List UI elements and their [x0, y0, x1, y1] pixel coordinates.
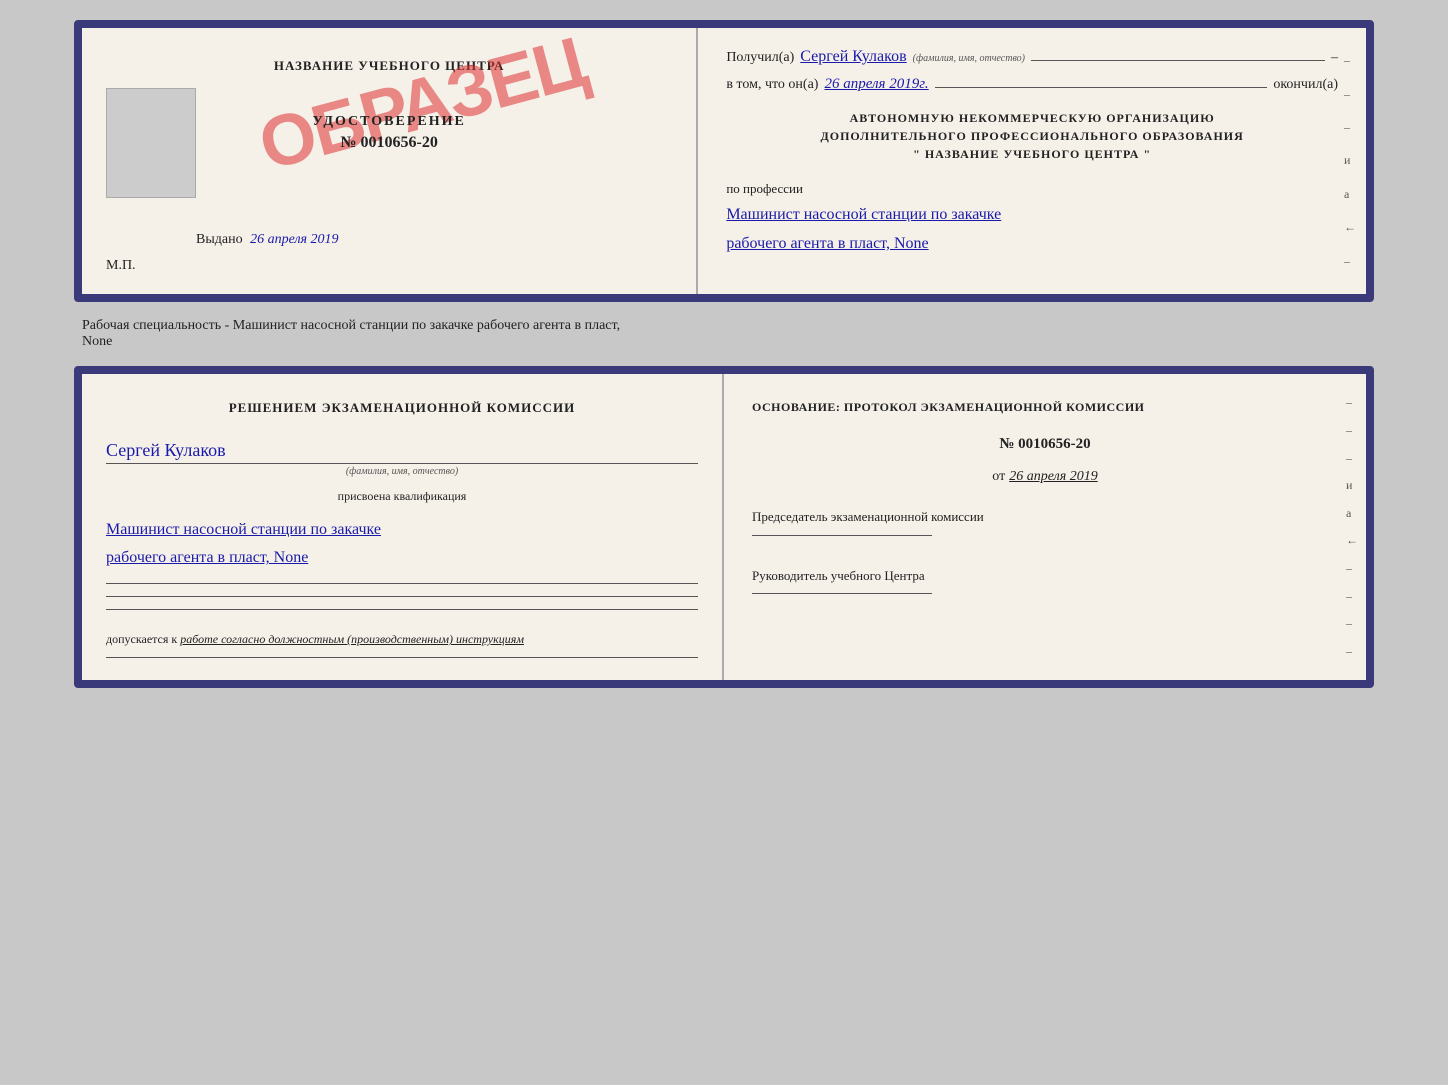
qual-underline2 — [106, 596, 698, 597]
decision-label: Решением экзаменационной комиссии — [229, 400, 576, 415]
profession-block: по профессии Машинист насосной станции п… — [726, 181, 1338, 259]
name-block: Сергей Кулаков (фамилия, имя, отчество) — [106, 434, 698, 477]
issued-date: 26 апреля 2019 — [250, 232, 338, 247]
bottom-name: Сергей Кулаков — [106, 440, 698, 461]
in-that-row: в том, что он(а) 26 апреля 2019г. окончи… — [726, 76, 1338, 93]
doc-bottom-right: Основание: протокол экзаменационной коми… — [724, 374, 1366, 680]
profession-line2: рабочего агента в пласт, None — [726, 230, 1338, 259]
org-line2: ДОПОЛНИТЕЛЬНОГО ПРОФЕССИОНАЛЬНОГО ОБРАЗО… — [726, 127, 1338, 145]
chairman-block: Председатель экзаменационной комиссии — [752, 507, 1338, 544]
name-underline — [106, 463, 698, 464]
doc-top-right: Получил(а) Сергей Кулаков (фамилия, имя,… — [698, 28, 1366, 294]
profession-label: по профессии — [726, 181, 1338, 197]
qualification-block: Машинист насосной станции по закачке раб… — [106, 516, 698, 574]
received-row: Получил(а) Сергей Кулаков (фамилия, имя,… — [726, 48, 1338, 66]
bottom-document: Решением экзаменационной комиссии Сергей… — [74, 366, 1374, 688]
stamp-obrazec: ОБРАЗЕЦ — [252, 26, 592, 182]
issued-date-row: Выдано 26 апреля 2019 — [106, 232, 339, 248]
profession-line1: Машинист насосной станции по закачке — [726, 201, 1338, 230]
cert-number: № 0010656-20 — [340, 134, 437, 152]
osnov-label: Основание: протокол экзаменационной коми… — [752, 400, 1145, 414]
head-signature-line — [752, 593, 932, 594]
finished-label: окончил(а) — [1273, 77, 1338, 93]
protocol-date-prefix: от — [992, 469, 1005, 485]
training-center-title: НАЗВАНИЕ УЧЕБНОГО ЦЕНТРА — [274, 58, 505, 74]
org-block: АВТОНОМНУЮ НЕКОММЕРЧЕСКУЮ ОРГАНИЗАЦИЮ ДО… — [726, 109, 1338, 163]
decision-text: Решением экзаменационной комиссии — [106, 398, 698, 418]
allowed-label: допускается к — [106, 632, 177, 646]
qualification-line2: рабочего агента в пласт, None — [106, 544, 698, 573]
org-line1: АВТОНОМНУЮ НЕКОММЕРЧЕСКУЮ ОРГАНИЗАЦИЮ — [726, 109, 1338, 127]
received-label: Получил(а) — [726, 50, 794, 66]
cert-block: УДОСТОВЕРЕНИЕ № 0010656-20 — [312, 114, 465, 152]
middle-text-line1: Рабочая специальность - Машинист насосно… — [82, 318, 620, 333]
doc-bottom-left: Решением экзаменационной комиссии Сергей… — [82, 374, 724, 680]
middle-text-line2: None — [82, 334, 112, 349]
right-dashes: – – – и а ← – — [1344, 28, 1356, 294]
name-hint: (фамилия, имя, отчество) — [106, 466, 698, 477]
right-bottom-dashes: – – – и а ← – – – – — [1346, 374, 1358, 680]
received-name: Сергей Кулаков — [800, 48, 906, 66]
cert-label: УДОСТОВЕРЕНИЕ — [312, 114, 465, 130]
issued-label: Выдано — [196, 232, 243, 247]
bottom-underline — [106, 657, 698, 658]
osnov-text: Основание: протокол экзаменационной коми… — [752, 398, 1338, 416]
head-block: Руководитель учебного Центра — [752, 566, 1338, 603]
protocol-date: от 26 апреля 2019 — [752, 469, 1338, 485]
chairman-signature-line — [752, 535, 932, 536]
allowed-row: допускается к работе согласно должностны… — [106, 632, 698, 647]
photo-placeholder — [106, 88, 196, 198]
org-line3: " НАЗВАНИЕ УЧЕБНОГО ЦЕНТРА " — [726, 145, 1338, 163]
in-that-date: 26 апреля 2019г. — [824, 76, 928, 93]
top-document: НАЗВАНИЕ УЧЕБНОГО ЦЕНТРА ОБРАЗЕЦ УДОСТОВ… — [74, 20, 1374, 302]
received-hint: (фамилия, имя, отчество) — [913, 53, 1025, 64]
assigned-text: присвоена квалификация — [106, 489, 698, 504]
mp-label: М.П. — [106, 258, 136, 274]
protocol-date-value: 26 апреля 2019 — [1009, 469, 1097, 485]
protocol-number: № 0010656-20 — [752, 436, 1338, 453]
chairman-label: Председатель экзаменационной комиссии — [752, 507, 1338, 527]
head-label: Руководитель учебного Центра — [752, 566, 1338, 586]
middle-text-block: Рабочая специальность - Машинист насосно… — [74, 314, 1374, 354]
in-that-label: в том, что он(а) — [726, 77, 818, 93]
qualification-line1: Машинист насосной станции по закачке — [106, 516, 698, 545]
doc-top-left: НАЗВАНИЕ УЧЕБНОГО ЦЕНТРА ОБРАЗЕЦ УДОСТОВ… — [82, 28, 698, 294]
allowed-text: работе согласно должностным (производств… — [180, 632, 524, 646]
qual-underline1 — [106, 583, 698, 584]
qual-underline3 — [106, 609, 698, 610]
